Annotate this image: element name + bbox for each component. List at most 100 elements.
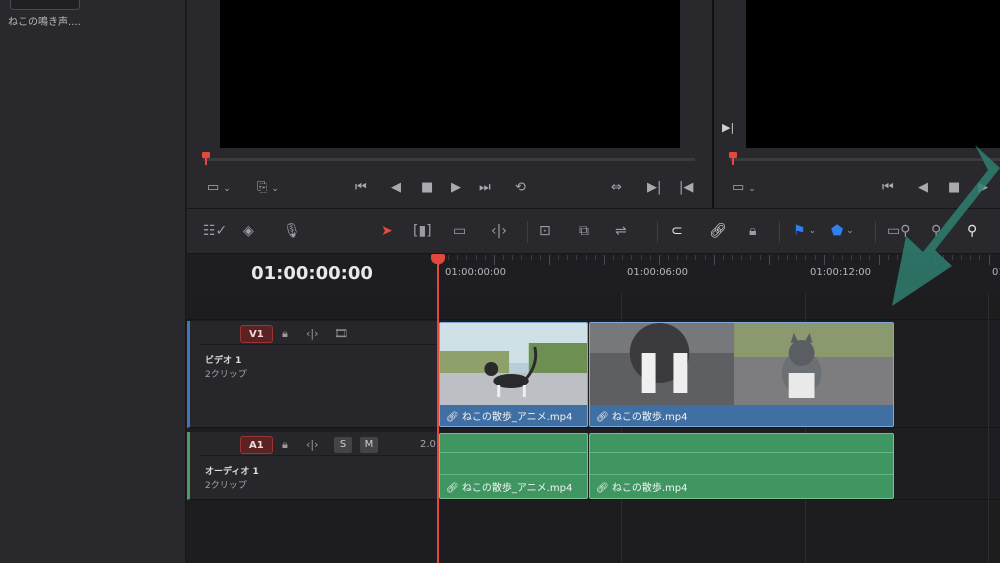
timeline-ruler[interactable]: 01:00:00:00 01:00:06:00 01:00:12:00 01: [438, 255, 1000, 293]
ruler-tick: [503, 255, 505, 260]
track-lock-icon[interactable]: 🔒︎: [282, 325, 288, 343]
lock-icon[interactable]: 🔒︎: [749, 221, 756, 241]
next-clip-icon[interactable]: ▶|: [722, 121, 734, 134]
ruler-tick: [475, 255, 477, 260]
overwrite-icon[interactable]: ⧉: [579, 221, 589, 241]
jump-end-icon[interactable]: ⏭: [479, 180, 491, 196]
slip-icon[interactable]: ‹|›: [491, 221, 507, 241]
track-lock-icon[interactable]: 🔒︎: [282, 436, 288, 454]
ruler-tick: [594, 255, 596, 260]
source-scrub-bar[interactable]: [203, 158, 695, 161]
audio-clip[interactable]: 🔗︎ ねこの散歩_アニメ.mp4: [439, 433, 588, 499]
trim-icon[interactable]: [▮]: [413, 221, 432, 241]
mark-in-icon[interactable]: ▶|: [647, 180, 661, 196]
toolbar-separator: [657, 221, 658, 243]
media-clip-label[interactable]: ねこの鳴き声....: [8, 13, 81, 28]
media-pool-panel: ねこの鳴き声....: [0, 0, 186, 563]
marker-icon[interactable]: ⬟ ⌄: [831, 221, 854, 241]
track-enable-icon[interactable]: 🎞︎: [334, 325, 348, 343]
ruler-tick: [979, 255, 981, 260]
ruler-tick: [667, 255, 669, 260]
multi-clip-icon[interactable]: ◈: [243, 221, 254, 241]
clip-view-icon[interactable]: ▭ ⌄: [207, 180, 231, 197]
match-frame-icon[interactable]: ⇔: [611, 180, 622, 196]
timeline-playhead[interactable]: [437, 262, 439, 563]
ruler-tick: [832, 255, 834, 260]
timeline-stop-icon[interactable]: ■: [948, 180, 960, 196]
ruler-tick: [741, 255, 743, 260]
audio-clip[interactable]: 🔗︎ ねこの散歩.mp4: [589, 433, 894, 499]
timeline-scrub-playhead[interactable]: [729, 152, 737, 165]
stop-icon[interactable]: ■: [421, 180, 433, 196]
loop-icon[interactable]: ⟲: [515, 180, 526, 196]
timeline-play-icon[interactable]: ▶: [978, 180, 988, 196]
voiceover-mic-icon[interactable]: 🎙︎: [283, 221, 301, 241]
replace-icon[interactable]: ⇌: [615, 221, 627, 241]
empty-timeline-area[interactable]: [187, 500, 1000, 563]
audio-waveform: [440, 452, 587, 453]
ruler-label: 01: [992, 267, 1000, 278]
ruler-tick: [603, 255, 605, 265]
edit-mode-icon[interactable]: ☷✓: [203, 221, 227, 241]
ruler-tick: [906, 255, 908, 260]
play-icon[interactable]: ▶: [451, 180, 461, 196]
ruler-tick: [649, 255, 651, 260]
zoom-full-icon[interactable]: ▭⚲: [887, 221, 910, 241]
audio-out-icon[interactable]: ⎘ ⌄: [257, 180, 279, 197]
timeline-play-reverse-icon[interactable]: ◀: [918, 180, 928, 196]
zoom-detail-icon[interactable]: ⚲: [931, 221, 941, 241]
timeline-viewer: ▶| ▭ ⌄ ⏮ ◀ ■ ▶: [714, 0, 1000, 208]
timeline-scrub-bar[interactable]: [730, 158, 1000, 161]
ruler-tick: [622, 255, 624, 260]
source-viewer-screen[interactable]: [220, 0, 680, 148]
timeline-timecode[interactable]: 01:00:00:00: [187, 255, 437, 293]
play-reverse-icon[interactable]: ◀: [391, 180, 401, 196]
select-arrow-icon[interactable]: ➤: [381, 221, 393, 241]
ruler-tick: [777, 255, 779, 260]
ruler-tick: [567, 255, 569, 260]
ruler-label: 01:00:06:00: [627, 267, 689, 278]
zoom-custom-icon[interactable]: ⚲: [967, 221, 977, 241]
ruler-tick: [869, 255, 871, 260]
source-viewer: ▭ ⌄ ⎘ ⌄ ⏮ ◀ ■ ▶ ⏭ ⟲ ⇔ ▶| |◀: [187, 0, 712, 208]
video-track-badge[interactable]: V1: [240, 325, 273, 343]
audio-track-name[interactable]: オーディオ 1: [205, 464, 259, 477]
auto-select-icon[interactable]: ‹|›: [306, 436, 319, 454]
audio-track-badge[interactable]: A1: [240, 436, 273, 454]
blade-icon[interactable]: ▭: [453, 221, 466, 241]
mute-button[interactable]: M: [360, 437, 378, 453]
mark-out-icon[interactable]: |◀: [679, 180, 693, 196]
media-clip-thumbnail[interactable]: [10, 0, 80, 10]
ruler-tick: [842, 255, 843, 260]
timeline-view-icon[interactable]: ▭ ⌄: [732, 180, 756, 197]
source-scrub-playhead[interactable]: [202, 152, 210, 165]
audio-clip-name: 🔗︎ ねこの散歩_アニメ.mp4: [446, 483, 573, 494]
track-volume[interactable]: 2.0: [420, 436, 436, 454]
ruler-tick: [558, 255, 560, 260]
audio-track-header[interactable]: A1 🔒︎ ‹|› S M 2.0 オーディオ 1 2クリップ: [187, 432, 437, 500]
flag-icon[interactable]: ⚑ ⌄: [793, 221, 816, 241]
ruler-tick: [951, 255, 953, 260]
jump-start-icon[interactable]: ⏮: [355, 180, 367, 196]
timeline-viewer-screen[interactable]: [746, 0, 1000, 148]
video-track-header[interactable]: V1 🔒︎ ‹|› 🎞︎ ビデオ 1 2クリップ: [187, 321, 437, 428]
snap-icon[interactable]: ⊂: [671, 221, 683, 241]
ruler-tick: [521, 255, 523, 260]
ruler-tick: [548, 255, 550, 265]
video-clip[interactable]: 🔗︎ ねこの散歩.mp4: [589, 322, 894, 427]
auto-select-icon[interactable]: ‹|›: [306, 325, 319, 343]
clip-thumbnail: [590, 323, 893, 405]
ruler-tick: [823, 255, 825, 265]
audio-track-controls: A1 🔒︎ ‹|› S M 2.0: [200, 432, 437, 456]
video-track-name[interactable]: ビデオ 1: [205, 353, 241, 366]
link-icon[interactable]: 🔗︎: [709, 221, 727, 241]
insert-icon[interactable]: ⊡: [539, 221, 551, 241]
ruler-tick: [759, 255, 761, 260]
video-clip[interactable]: 🔗︎ ねこの散歩_アニメ.mp4: [439, 322, 588, 427]
video-track-controls: V1 🔒︎ ‹|› 🎞︎: [200, 321, 437, 345]
solo-button[interactable]: S: [334, 437, 352, 453]
ruler-tick: [457, 255, 459, 260]
ruler-tick: [539, 255, 541, 260]
timeline-jump-start-icon[interactable]: ⏮: [882, 180, 894, 196]
ruler-tick: [915, 255, 917, 260]
